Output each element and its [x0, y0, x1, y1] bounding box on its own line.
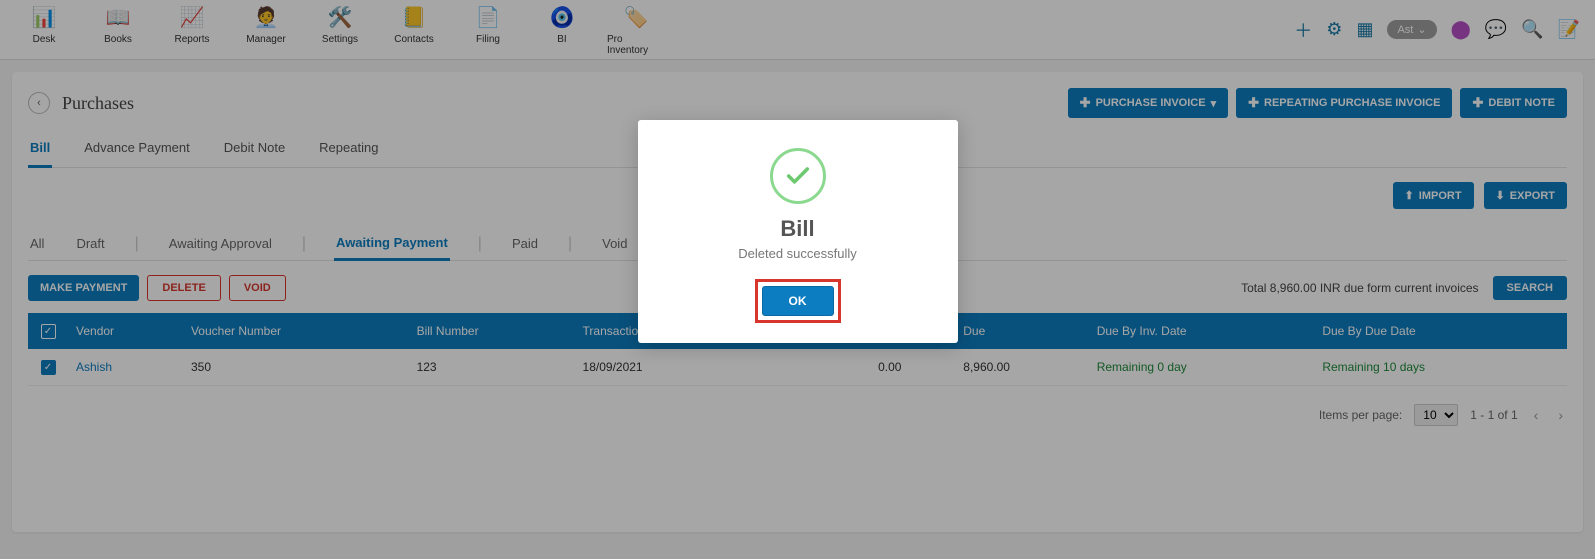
- modal-overlay: Bill Deleted successfully OK: [0, 0, 1595, 559]
- ok-button[interactable]: OK: [762, 286, 834, 316]
- delete-success-dialog: Bill Deleted successfully OK: [638, 120, 958, 343]
- ok-highlight: OK: [755, 279, 841, 323]
- dialog-title: Bill: [658, 216, 938, 242]
- dialog-message: Deleted successfully: [658, 246, 938, 261]
- success-check-icon: [770, 148, 826, 204]
